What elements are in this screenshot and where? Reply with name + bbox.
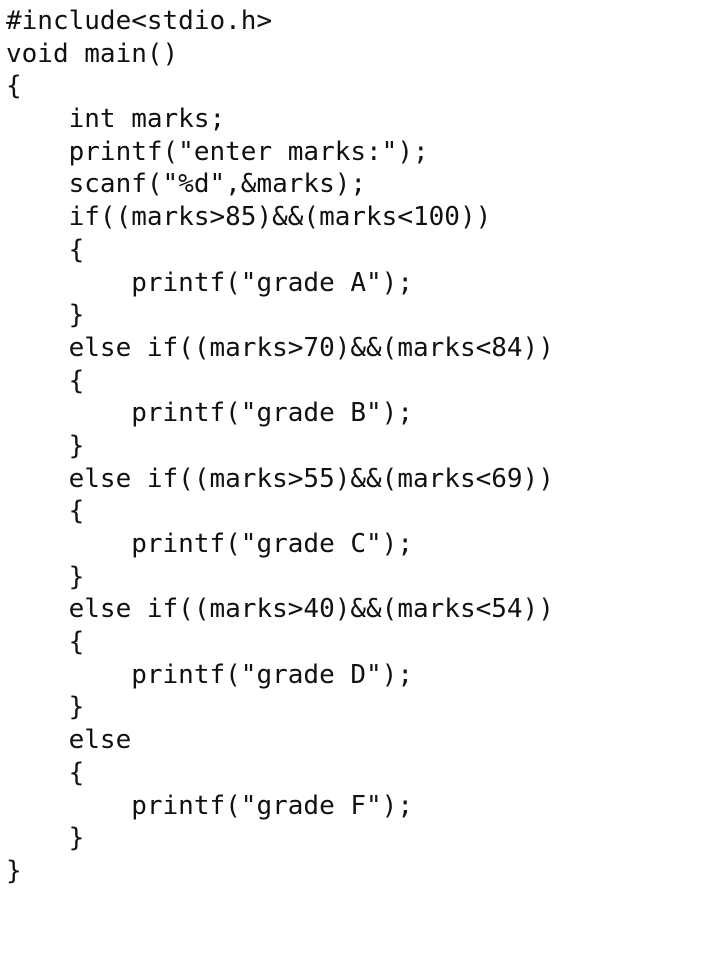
code-block: #include<stdio.h> void main(){ int marks;… <box>6 5 554 888</box>
code-line: { <box>6 71 22 102</box>
code-line: else if((marks>55)&&(marks<69)) <box>6 463 554 494</box>
code-line: { <box>6 757 85 788</box>
code-line: else if((marks>40)&&(marks<54)) <box>6 594 554 625</box>
code-line: printf("grade A"); <box>6 267 413 298</box>
code-line: else if((marks>70)&&(marks<84)) <box>6 332 554 363</box>
code-line: else <box>6 725 132 756</box>
code-line: { <box>6 496 85 527</box>
code-line: { <box>6 365 85 396</box>
code-line: } <box>6 430 85 461</box>
code-line: scanf("%d",&marks); <box>6 169 367 200</box>
code-line: } <box>6 692 85 723</box>
code-line: printf("grade B"); <box>6 398 413 429</box>
code-line: if((marks>85)&&(marks<100)) <box>6 202 492 233</box>
code-line: printf("grade F"); <box>6 790 413 821</box>
code-line: } <box>6 300 85 331</box>
code-line: } <box>6 823 85 854</box>
code-line: int marks; <box>6 104 226 135</box>
code-line: { <box>6 234 85 265</box>
code-line: { <box>6 627 85 658</box>
code-line: printf("grade D"); <box>6 659 413 690</box>
code-line: #include<stdio.h> <box>6 6 273 36</box>
code-line: printf("enter marks:"); <box>6 136 429 167</box>
code-line: printf("grade C"); <box>6 529 413 559</box>
code-line: } <box>6 855 22 886</box>
code-line: } <box>6 561 85 592</box>
code-line: void main() <box>6 38 179 69</box>
